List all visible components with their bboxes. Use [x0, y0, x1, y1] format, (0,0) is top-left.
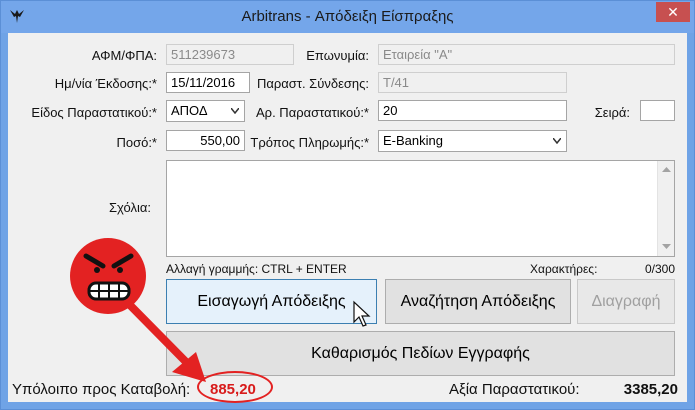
annotation-overlay [70, 238, 371, 382]
arrow-annotation [121, 296, 206, 382]
angry-face-icon [70, 238, 146, 314]
mouse-pointer-icon [353, 300, 371, 327]
